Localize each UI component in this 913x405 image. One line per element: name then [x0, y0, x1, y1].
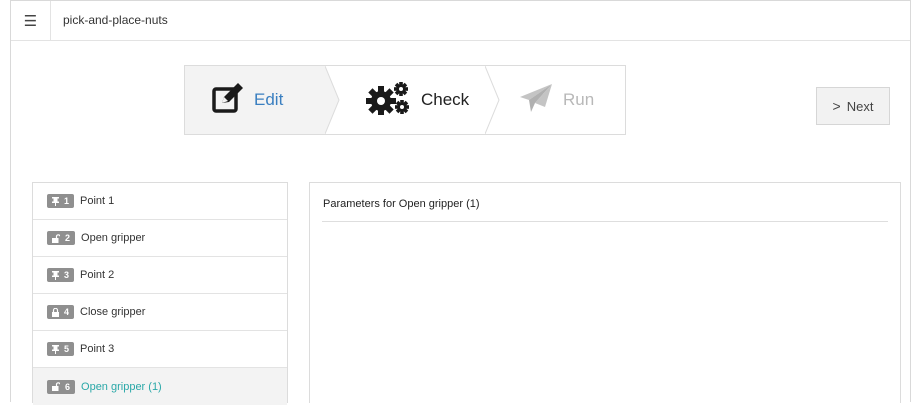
- program-item-open-gripper[interactable]: 2 Open gripper: [33, 220, 287, 257]
- program-item-label: Point 1: [80, 195, 115, 207]
- next-button[interactable]: > Next: [816, 87, 890, 125]
- lock-icon: [52, 307, 59, 317]
- program-item-label: Open gripper: [81, 232, 146, 244]
- parameters-panel: Parameters for Open gripper (1): [309, 182, 901, 403]
- program-item-open-gripper-1[interactable]: 6 Open gripper (1): [33, 368, 287, 405]
- step-badge: 1: [47, 194, 75, 208]
- step-number: 5: [64, 344, 70, 354]
- program-list: 1 Point 1 2 Open gripper 3 Point 2 4 Clo…: [32, 182, 288, 405]
- step-badge: 4: [47, 305, 75, 319]
- step-badge: 5: [47, 342, 75, 356]
- pin-icon: [52, 196, 59, 206]
- program-item-label: Point 2: [80, 269, 115, 281]
- step-number: 2: [65, 233, 71, 243]
- edit-icon: [212, 82, 244, 118]
- step-badge: 6: [47, 379, 76, 394]
- menu-button[interactable]: ☰: [11, 1, 51, 40]
- step-number: 1: [64, 196, 70, 206]
- gears-icon: [365, 81, 411, 120]
- workflow-steps: Edit Check Run: [184, 65, 626, 135]
- app-window: ☰ pick-and-place-nuts Edit Check Run > N…: [10, 0, 911, 405]
- program-item-close-gripper[interactable]: 4 Close gripper: [33, 294, 287, 331]
- step-number: 6: [65, 381, 71, 392]
- program-item-point-1[interactable]: 1 Point 1: [33, 183, 287, 220]
- divider: [322, 221, 888, 222]
- program-item-point-2[interactable]: 3 Point 2: [33, 257, 287, 294]
- step-number: 4: [64, 307, 70, 317]
- step-run: Run: [495, 66, 625, 134]
- step-run-label: Run: [563, 90, 595, 109]
- hamburger-icon: ☰: [23, 12, 38, 30]
- chevron-right-icon: >: [832, 98, 841, 114]
- project-title: pick-and-place-nuts: [63, 13, 168, 27]
- step-number: 3: [64, 270, 70, 280]
- program-item-label: Open gripper (1): [81, 380, 162, 393]
- step-check[interactable]: Check: [335, 66, 485, 134]
- paper-plane-icon: [519, 83, 553, 118]
- step-badge: 2: [47, 231, 76, 245]
- step-badge: 3: [47, 268, 75, 282]
- unlock-icon: [52, 233, 60, 243]
- step-edit-label: Edit: [254, 90, 284, 109]
- unlock-icon: [52, 382, 60, 391]
- top-bar: ☰ pick-and-place-nuts: [11, 1, 910, 41]
- program-item-label: Close gripper: [80, 306, 146, 318]
- step-check-label: Check: [421, 90, 470, 109]
- program-item-label: Point 3: [80, 343, 115, 355]
- parameters-title: Parameters for Open gripper (1): [323, 198, 480, 210]
- pin-icon: [52, 344, 59, 354]
- step-edit[interactable]: Edit: [185, 66, 325, 134]
- program-item-point-3[interactable]: 5 Point 3: [33, 331, 287, 368]
- pin-icon: [52, 270, 59, 280]
- next-button-label: Next: [846, 98, 874, 114]
